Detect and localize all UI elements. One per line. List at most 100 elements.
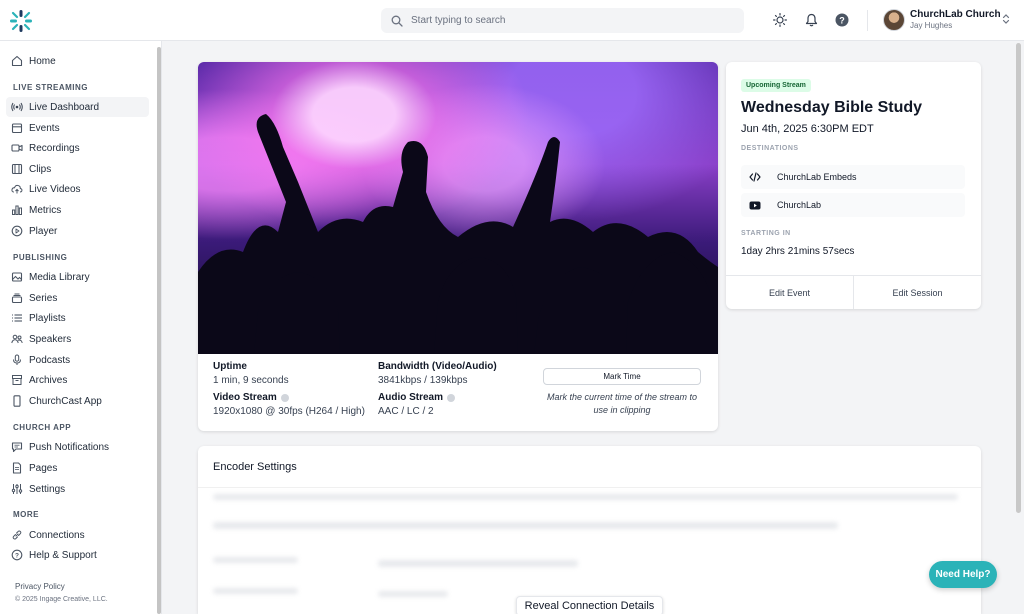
sidebar-item-live-videos[interactable]: Live Videos xyxy=(6,179,149,199)
copyright-text: © 2025 Ingage Creative, LLC. xyxy=(15,596,108,603)
video-stream-label: Video Stream xyxy=(213,392,277,403)
sidebar-item-label: Player xyxy=(29,225,58,237)
destination-item[interactable]: ChurchLab Embeds xyxy=(741,165,965,189)
bar-chart-icon xyxy=(11,204,23,216)
play-circle-icon xyxy=(11,225,23,237)
theme-toggle-sun-icon[interactable] xyxy=(772,12,788,28)
video-stream-label-row: Video Stream xyxy=(213,392,365,403)
top-bar: ? ChurchLab Church Jay Hughes xyxy=(0,0,1024,41)
sidebar-item-label: Media Library xyxy=(29,271,90,283)
mark-time-help-text: Mark the current time of the stream to u… xyxy=(546,392,698,415)
encoder-settings-title: Encoder Settings xyxy=(213,461,297,473)
search-bar[interactable] xyxy=(381,8,744,33)
sidebar-item-live-dashboard[interactable]: Live Dashboard xyxy=(6,97,149,117)
blurred-content xyxy=(213,522,838,529)
destinations-heading: DESTINATIONS xyxy=(741,145,799,152)
live-stream-card: Uptime 1 min, 9 seconds Video Stream 192… xyxy=(198,62,718,431)
sidebar-item-archives[interactable]: Archives xyxy=(6,370,149,390)
sidebar-item-help-support[interactable]: ? Help & Support xyxy=(6,545,149,565)
sidebar-item-events[interactable]: Events xyxy=(6,118,149,138)
cloud-upload-icon xyxy=(11,183,23,195)
uptime-value: 1 min, 9 seconds xyxy=(213,375,289,386)
destination-item[interactable]: ChurchLab xyxy=(741,193,965,217)
sidebar-item-label: Playlists xyxy=(29,312,66,324)
header-divider xyxy=(867,10,868,31)
video-stream-stat: Video Stream 1920x1080 @ 30fps (H264 / H… xyxy=(213,392,365,417)
users-icon xyxy=(11,333,23,345)
avatar[interactable] xyxy=(883,9,905,31)
sidebar-item-churchcast-app[interactable]: ChurchCast App xyxy=(6,391,149,411)
crowd-silhouette-image xyxy=(198,114,718,354)
sidebar-item-label: Archives xyxy=(29,374,68,386)
blurred-content xyxy=(213,494,958,500)
document-icon xyxy=(11,462,23,474)
audio-stream-label: Audio Stream xyxy=(378,392,444,403)
section-publishing: PUBLISHING xyxy=(13,253,68,262)
sidebar-item-label: Live Videos xyxy=(29,183,81,195)
sidebar-item-speakers[interactable]: Speakers xyxy=(6,329,149,349)
sidebar-item-label: Home xyxy=(29,55,56,67)
edit-session-button[interactable]: Edit Session xyxy=(853,276,981,309)
sidebar-item-media-library[interactable]: Media Library xyxy=(6,267,149,287)
bell-icon[interactable] xyxy=(803,12,819,28)
svg-text:?: ? xyxy=(839,15,845,25)
edit-event-button[interactable]: Edit Event xyxy=(726,276,853,309)
sidebar-scrollbar[interactable] xyxy=(157,47,161,614)
org-name[interactable]: ChurchLab Church xyxy=(910,9,1001,20)
sidebar-item-metrics[interactable]: Metrics xyxy=(6,200,149,220)
privacy-policy-link[interactable]: Privacy Policy xyxy=(15,582,65,591)
sidebar-item-push-notifications[interactable]: Push Notifications xyxy=(6,437,149,457)
sidebar-item-label: Pages xyxy=(29,462,58,474)
sidebar-item-podcasts[interactable]: Podcasts xyxy=(6,350,149,370)
need-help-button[interactable]: Need Help? xyxy=(929,561,997,588)
link-icon xyxy=(11,529,23,541)
stream-video-preview[interactable] xyxy=(198,62,718,354)
info-icon[interactable] xyxy=(280,393,289,402)
destination-label: ChurchLab Embeds xyxy=(777,172,857,182)
sidebar-item-pages[interactable]: Pages xyxy=(6,458,149,478)
help-question-icon[interactable]: ? xyxy=(834,12,850,28)
sliders-icon xyxy=(11,483,23,495)
bandwidth-value: 3841kbps / 139kbps xyxy=(378,375,468,386)
reveal-connection-details-button[interactable]: Reveal Connection Details xyxy=(516,596,663,614)
sidebar-item-series[interactable]: Series xyxy=(6,288,149,308)
sidebar-item-label: Connections xyxy=(29,529,85,541)
calendar-icon xyxy=(11,122,23,134)
video-stream-value: 1920x1080 @ 30fps (H264 / High) xyxy=(213,406,365,417)
sidebar-item-label: Podcasts xyxy=(29,354,71,366)
sidebar-item-home[interactable]: Home xyxy=(6,51,149,71)
search-icon xyxy=(391,15,403,27)
svg-text:?: ? xyxy=(15,552,19,559)
broadcast-icon xyxy=(11,101,23,113)
section-live-streaming: LIVE STREAMING xyxy=(13,83,89,92)
sidebar-item-recordings[interactable]: Recordings xyxy=(6,138,149,158)
uptime-label: Uptime xyxy=(213,361,247,372)
sidebar-item-label: Speakers xyxy=(29,333,72,345)
main-scrollbar[interactable] xyxy=(1016,43,1021,513)
sidebar-item-player[interactable]: Player xyxy=(6,221,149,241)
sidebar-item-label: Recordings xyxy=(29,142,80,154)
home-icon xyxy=(11,55,23,67)
blurred-content xyxy=(213,557,298,563)
chevron-updown-icon[interactable] xyxy=(1002,13,1010,25)
info-icon[interactable] xyxy=(447,393,456,402)
mark-time-button[interactable]: Mark Time xyxy=(543,368,701,385)
sidebar-item-clips[interactable]: Clips xyxy=(6,159,149,179)
phone-icon xyxy=(11,395,23,407)
blurred-content xyxy=(378,591,448,597)
sidebar-item-settings[interactable]: Settings xyxy=(6,479,149,499)
blurred-content xyxy=(378,560,578,567)
section-church-app: CHURCH APP xyxy=(13,423,72,432)
divider xyxy=(198,487,981,488)
status-badge: Upcoming Stream xyxy=(741,79,811,92)
upcoming-stream-card: Upcoming Stream Wednesday Bible Study Ju… xyxy=(726,62,981,309)
sidebar-item-label: Help & Support xyxy=(29,549,97,561)
search-input[interactable] xyxy=(411,15,711,26)
countdown-timer: 1day 2hrs 21mins 57secs xyxy=(741,246,855,257)
sidebar: Home LIVE STREAMING Live Dashboard Event… xyxy=(0,41,162,614)
destination-label: ChurchLab xyxy=(777,200,822,210)
sidebar-item-label: Push Notifications xyxy=(29,441,110,453)
churchlab-logo[interactable] xyxy=(9,9,33,33)
sidebar-item-connections[interactable]: Connections xyxy=(6,525,149,545)
sidebar-item-playlists[interactable]: Playlists xyxy=(6,308,149,328)
